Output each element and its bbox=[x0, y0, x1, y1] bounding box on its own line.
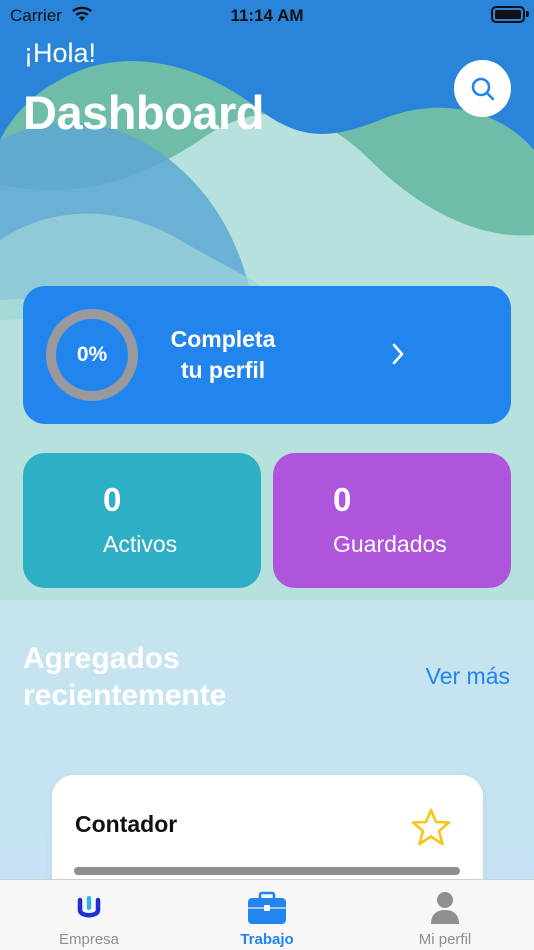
tab-mi-perfil-label: Mi perfil bbox=[418, 931, 472, 948]
recent-title-line2: recientemente bbox=[23, 679, 227, 712]
activos-count: 0 bbox=[103, 481, 122, 518]
recent-section-title: Agregados recientemente bbox=[23, 640, 226, 714]
search-icon bbox=[471, 77, 494, 100]
search-button[interactable] bbox=[454, 60, 511, 117]
activos-label: Activos bbox=[103, 531, 178, 557]
job-title: Contador bbox=[75, 811, 178, 837]
tab-empresa[interactable]: Empresa bbox=[0, 880, 178, 950]
guardados-card[interactable]: 0 Guardados bbox=[273, 453, 511, 588]
clock: 11:14 AM bbox=[230, 6, 304, 25]
complete-profile-line1: Completa bbox=[170, 326, 276, 352]
page-title: Dashboard bbox=[23, 86, 265, 139]
see-more-link[interactable]: Ver más bbox=[426, 663, 510, 690]
tab-bar: Empresa Trabajo Mi perfil bbox=[0, 879, 534, 950]
recent-title-line1: Agregados bbox=[23, 642, 180, 675]
profile-progress-label: 0% bbox=[76, 343, 108, 366]
tab-trabajo-label: Trabajo bbox=[240, 931, 294, 948]
battery-icon bbox=[491, 6, 525, 23]
tab-mi-perfil[interactable]: Mi perfil bbox=[356, 880, 534, 950]
company-logo-icon bbox=[69, 890, 109, 926]
person-icon bbox=[425, 890, 465, 926]
status-bar: Carrier 11:14 AM bbox=[0, 0, 534, 30]
complete-profile-line2: tu perfil bbox=[180, 357, 266, 383]
complete-profile-card[interactable]: 0% Completa tu perfil bbox=[23, 286, 511, 424]
activos-card[interactable]: 0 Activos bbox=[23, 453, 261, 588]
tab-trabajo[interactable]: Trabajo bbox=[178, 880, 356, 950]
star-icon[interactable] bbox=[411, 808, 451, 846]
greeting: ¡Hola! bbox=[24, 38, 97, 68]
chevron-right-icon bbox=[392, 343, 404, 365]
briefcase-icon bbox=[247, 890, 287, 926]
battery-tip bbox=[526, 11, 529, 17]
complete-profile-label: Completa tu perfil bbox=[163, 324, 283, 386]
guardados-count: 0 bbox=[333, 481, 352, 518]
tab-empresa-label: Empresa bbox=[58, 931, 120, 948]
job-info-bar bbox=[74, 867, 460, 875]
guardados-label: Guardados bbox=[333, 531, 447, 557]
